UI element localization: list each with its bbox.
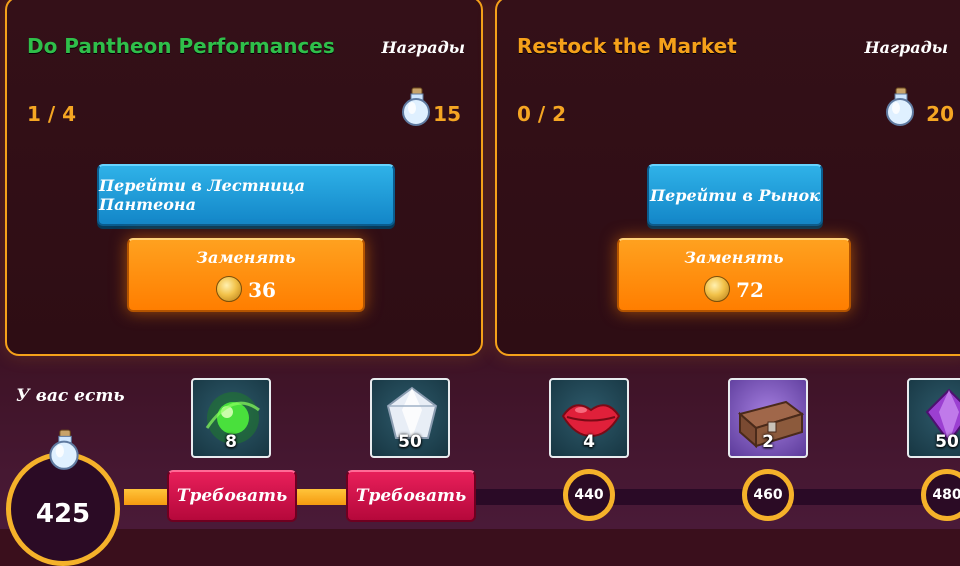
reward-tile[interactable]: 8: [191, 378, 271, 458]
replace-label: Заменять: [196, 248, 296, 267]
reward-tier: 50 480: [907, 378, 960, 529]
task-title: Restock the Market: [517, 34, 737, 58]
reward-tile[interactable]: 4: [549, 378, 629, 458]
rewards-label: Награды: [381, 38, 465, 57]
potion-icon: [886, 87, 914, 126]
task-card-market: Restock the Market Награды 0 / 2 20 Пере…: [495, 0, 960, 356]
task-card-pantheon: Do Pantheon Performances Награды 1 / 4 1…: [5, 0, 483, 356]
coin-icon: [216, 276, 243, 302]
milestone-marker: 460: [742, 469, 794, 521]
go-to-pantheon-button[interactable]: Перейти в Лестница Пантеона: [97, 164, 395, 226]
claim-button[interactable]: Требовать: [346, 470, 476, 522]
claim-button[interactable]: Требовать: [167, 470, 297, 522]
replace-cost: 72: [619, 276, 849, 302]
reward-amount: 15: [433, 102, 461, 126]
potion-icon: [402, 87, 430, 126]
task-title: Do Pantheon Performances: [27, 34, 335, 58]
rewards-label: Награды: [864, 38, 948, 57]
task-progress: 0 / 2: [517, 102, 567, 126]
reward-tile[interactable]: 2: [728, 378, 808, 458]
points-value: 425: [35, 499, 91, 529]
reward-count: 2: [762, 432, 774, 452]
reward-count: 8: [225, 432, 237, 452]
milestone-marker: 440: [563, 469, 615, 521]
milestone-marker: 480: [921, 469, 960, 521]
reward-tile[interactable]: 50: [907, 378, 960, 458]
reward-tile[interactable]: 50: [370, 378, 450, 458]
task-progress: 1 / 4: [27, 102, 77, 126]
go-to-market-button[interactable]: Перейти в Рынок: [647, 164, 823, 226]
reward-amount: 20: [926, 102, 954, 126]
replace-label: Заменять: [684, 248, 784, 267]
reward-count: 50: [398, 432, 422, 452]
replace-task-button[interactable]: Заменять 36: [127, 238, 365, 312]
reward-count: 4: [583, 432, 595, 452]
replace-cost: 36: [129, 276, 363, 302]
potion-icon: [49, 429, 79, 470]
replace-task-button[interactable]: Заменять 72: [617, 238, 851, 312]
points-label: У вас есть: [16, 386, 125, 406]
coin-icon: [704, 276, 731, 302]
reward-count: 50: [935, 432, 959, 452]
